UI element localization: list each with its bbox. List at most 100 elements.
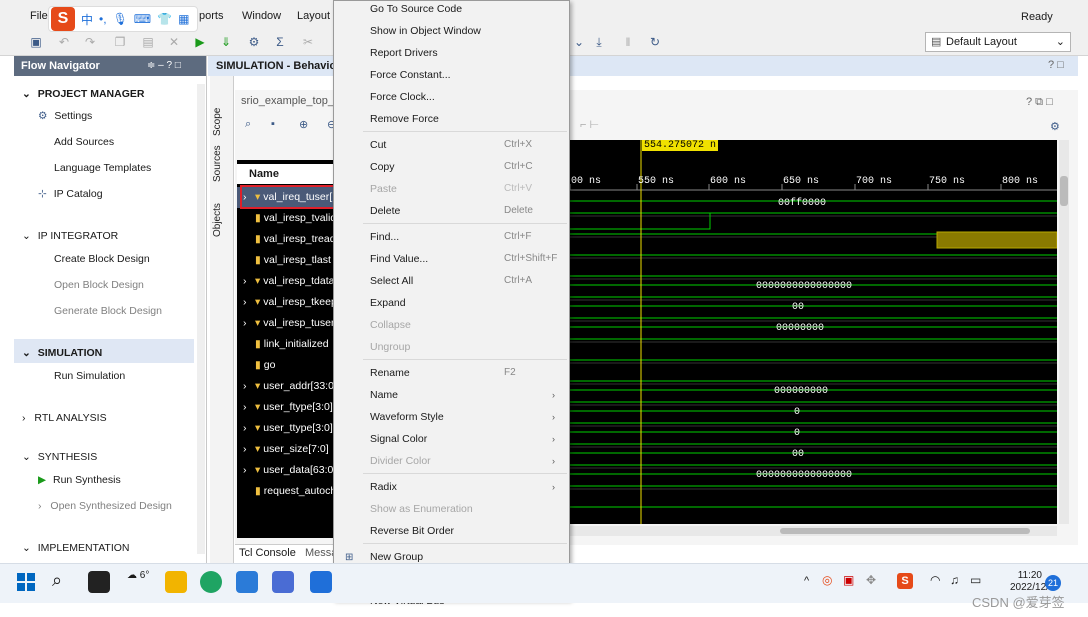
nav-implementation[interactable]: ⌄ IMPLEMENTATION [22, 542, 130, 554]
wave-vertical-scrollbar[interactable] [1059, 140, 1069, 524]
search-icon[interactable]: ⌕ [245, 118, 251, 131]
copy-icon[interactable]: ❐ [112, 34, 128, 50]
nav-synthesis[interactable]: ⌄ SYNTHESIS [22, 451, 97, 463]
signal-row[interactable]: ▮ link_initialized [237, 334, 337, 355]
menu-item-force-clock[interactable]: Force Clock... [370, 91, 435, 103]
signal-row[interactable]: ▮ val_iresp_tvalid [237, 208, 337, 229]
program-icon[interactable]: ⇓ [218, 34, 234, 50]
signal-row[interactable]: › ▾ user_size[7:0] [237, 439, 337, 460]
signal-row[interactable]: › ▾ user_ftype[3:0] [237, 397, 337, 418]
pause-icon[interactable]: ‖ [620, 34, 636, 50]
signal-row[interactable]: › ▾ val_iresp_tuser [237, 313, 337, 334]
undo-icon[interactable]: ↶ [56, 34, 72, 50]
menu-item-name[interactable]: Name [370, 389, 398, 401]
redo-icon[interactable]: ↷ [82, 34, 98, 50]
menu-item-force-constant[interactable]: Force Constant... [370, 69, 451, 81]
menu-layout[interactable]: Layout [297, 10, 330, 22]
paste-icon[interactable]: ▤ [140, 34, 156, 50]
help-icon[interactable]: ? □ [1048, 59, 1064, 71]
menu-item-show-in-object-window[interactable]: Show in Object Window [370, 25, 481, 37]
apps-icon[interactable]: ▦ [178, 12, 189, 26]
menu-file[interactable]: File [30, 10, 48, 22]
notification-badge[interactable]: 21 [1045, 575, 1061, 591]
expand-icon[interactable]: › [243, 271, 255, 292]
menu-item-delete[interactable]: Delete [370, 205, 400, 217]
ime-lang[interactable]: 中 [81, 11, 93, 28]
menu-item-paste[interactable]: Paste [370, 183, 397, 195]
signal-row[interactable]: › ▾ val_iresp_tkeep [237, 292, 337, 313]
signal-row[interactable]: › ▾ user_addr[33:0 [237, 376, 337, 397]
edge-icon[interactable] [200, 571, 222, 593]
app-icon[interactable] [272, 571, 294, 593]
battery-icon[interactable]: ▭ [970, 573, 981, 587]
signal-row[interactable]: ▮ request_autoch [237, 481, 337, 502]
signal-row[interactable]: ▮ val_iresp_tread [237, 229, 337, 250]
nav-add-sources[interactable]: Add Sources [54, 136, 114, 148]
tray-chevron-icon[interactable]: ^ [804, 575, 809, 587]
zoom-in-icon[interactable]: ⊕ [299, 118, 308, 131]
nav-open-synthesized-design[interactable]: › Open Synthesized Design [38, 500, 172, 512]
menu-item-go-to-source-code[interactable]: Go To Source Code [370, 3, 462, 15]
menu-item-rename[interactable]: Rename [370, 367, 410, 379]
signal-row[interactable]: › ▾ val_iresp_tdata [237, 271, 337, 292]
refresh-icon[interactable]: ↻ [647, 34, 663, 50]
keyboard-icon[interactable]: ⌨ [134, 12, 151, 26]
save-icon[interactable]: ▪ [271, 118, 275, 130]
marker-icon[interactable]: ⌐ ⊢ [580, 118, 599, 131]
nav-run-simulation[interactable]: Run Simulation [54, 370, 125, 382]
nav-ip-catalog[interactable]: ⊹ IP Catalog [38, 188, 103, 200]
expand-icon[interactable]: › [243, 439, 255, 460]
wave-window-title[interactable]: srio_example_top_ [237, 92, 337, 110]
volume-icon[interactable]: ♫ [950, 573, 959, 587]
tray-input-icon[interactable]: ✥ [866, 573, 876, 587]
skin-icon[interactable]: 👕 [157, 12, 172, 26]
menu-reports[interactable]: ports [199, 10, 223, 22]
nav-project-manager[interactable]: ⌄ PROJECT MANAGER [22, 88, 144, 100]
lenovo-icon[interactable] [310, 571, 332, 593]
nav-open-block-design[interactable]: Open Block Design [54, 279, 144, 291]
panel-controls-icon[interactable]: ≑ – ? □ [147, 60, 181, 71]
run-icon[interactable]: ▶ [192, 34, 208, 50]
ime-punct[interactable]: •, [99, 12, 107, 26]
tray-security-icon[interactable]: ▣ [843, 573, 854, 587]
nav-create-block-design[interactable]: Create Block Design [54, 253, 150, 265]
task-view-icon[interactable] [88, 571, 110, 593]
signal-row[interactable]: › ▾ user_ttype[3:0] [237, 418, 337, 439]
nav-generate-block-design[interactable]: Generate Block Design [54, 305, 162, 317]
signal-row[interactable]: › ▾ user_data[63:0 [237, 460, 337, 481]
menu-window[interactable]: Window [242, 10, 281, 22]
menu-item-find[interactable]: Find... [370, 231, 399, 243]
nav-scrollbar[interactable] [197, 84, 205, 554]
expand-icon[interactable]: › [243, 397, 255, 418]
file-explorer-icon[interactable] [165, 571, 187, 593]
menu-item-collapse[interactable]: Collapse [370, 319, 411, 331]
weather-icon[interactable]: ☁ 6° [127, 570, 149, 581]
menu-item-cut[interactable]: Cut [370, 139, 386, 151]
layout-select[interactable]: ▤ Default Layout ⌄ [925, 32, 1071, 52]
menu-item-waveform-style[interactable]: Waveform Style [370, 411, 444, 423]
tool-icon[interactable]: ✂ [300, 34, 316, 50]
nav-settings[interactable]: ⚙ Settings [38, 110, 92, 122]
settings-gear-icon[interactable]: ⚙ [1050, 120, 1060, 133]
menu-item-expand[interactable]: Expand [370, 297, 406, 309]
expand-icon[interactable]: › [243, 376, 255, 397]
tab-objects[interactable]: Objects [212, 198, 232, 242]
signal-row[interactable]: ▮ val_iresp_tlast [237, 250, 337, 271]
sogou-tray-icon[interactable]: S [897, 573, 913, 589]
expand-icon[interactable]: › [243, 313, 255, 334]
signal-row[interactable]: ▮ go [237, 355, 337, 376]
store-icon[interactable] [236, 571, 258, 593]
menu-item-radix[interactable]: Radix [370, 481, 397, 493]
sogou-logo[interactable]: S [51, 7, 75, 31]
wave-horizontal-scrollbar[interactable] [570, 526, 1057, 536]
nav-simulation[interactable]: ⌄ SIMULATION [22, 347, 102, 359]
expand-icon[interactable]: › [243, 292, 255, 313]
nav-ip-integrator[interactable]: ⌄ IP INTEGRATOR [22, 230, 118, 242]
tray-app-icon[interactable]: ◎ [822, 573, 832, 587]
download-icon[interactable]: ⤓ [591, 34, 607, 50]
search-icon[interactable]: ⌕ [52, 570, 62, 591]
nav-rtl-analysis[interactable]: › RTL ANALYSIS [22, 412, 107, 424]
clock[interactable]: 11:20 2022/12/ [1010, 570, 1049, 594]
menu-item-copy[interactable]: Copy [370, 161, 395, 173]
menu-item-reverse-bit-order[interactable]: Reverse Bit Order [370, 525, 454, 537]
